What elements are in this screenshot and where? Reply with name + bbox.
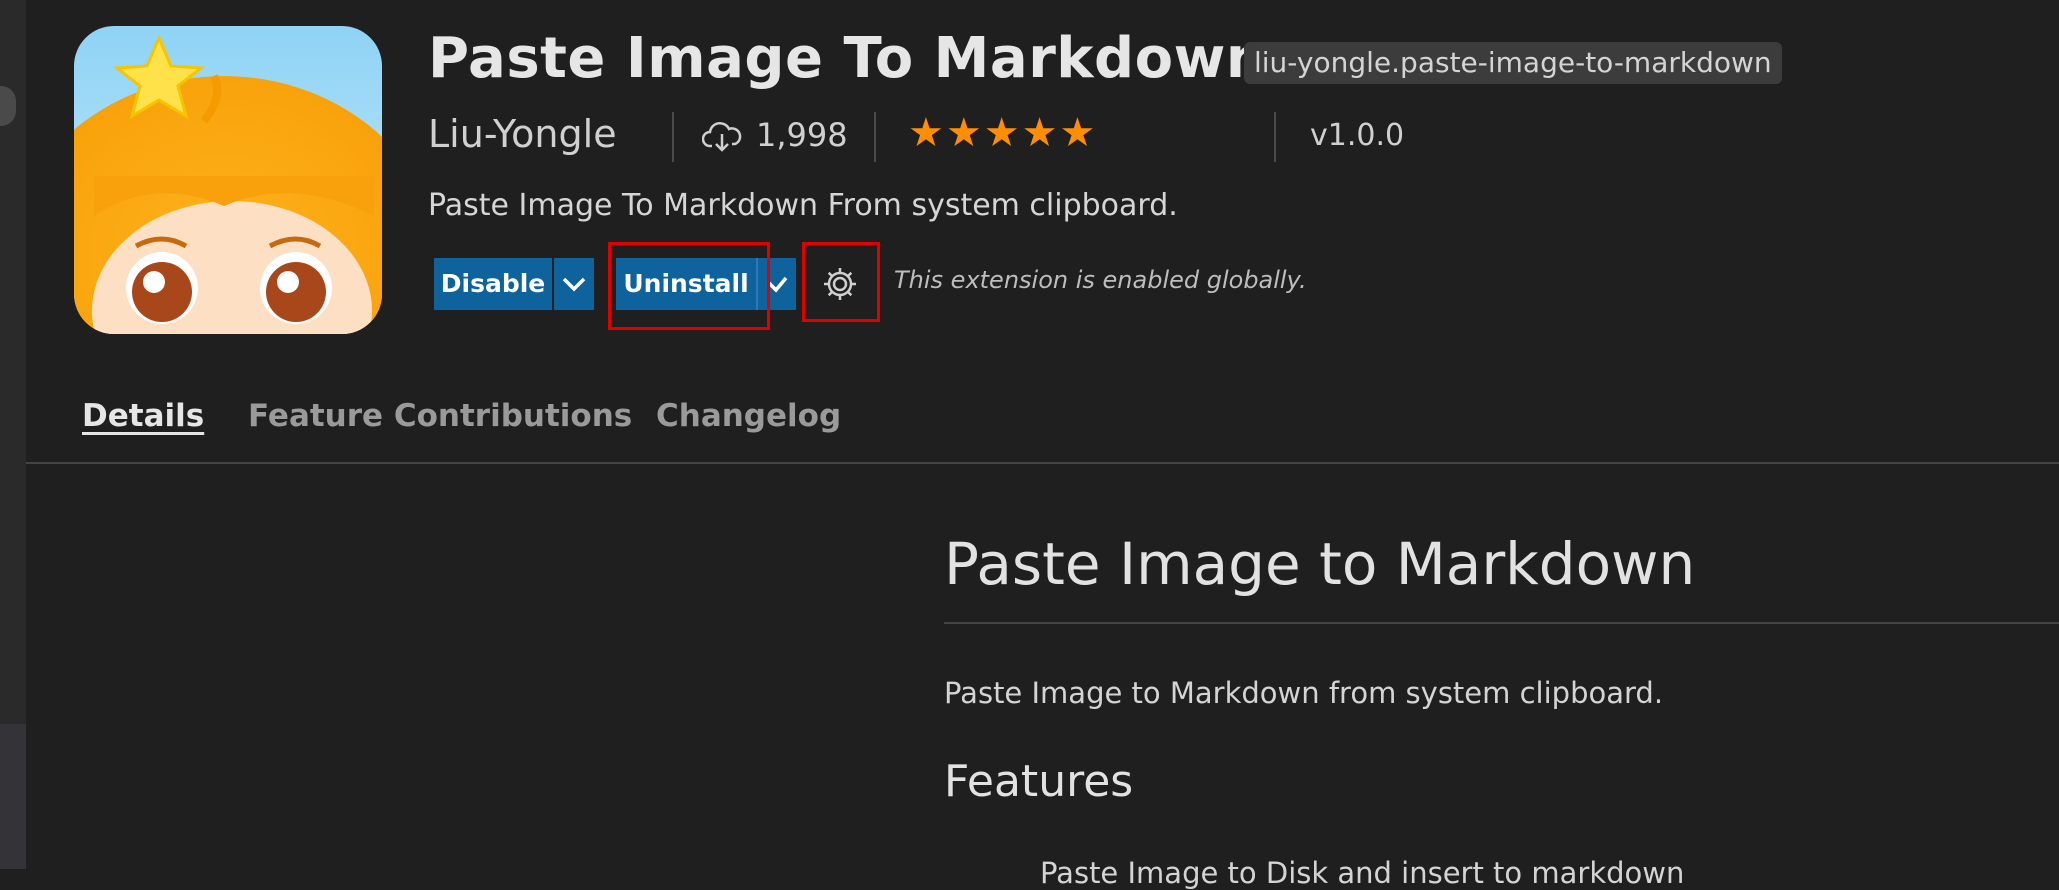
extension-title: Paste Image To Markdown. — [428, 26, 1288, 91]
tab-feature-contributions[interactable]: Feature Contributions — [248, 398, 632, 434]
uninstall-highlight-box — [608, 242, 770, 330]
cloud-download-icon — [702, 122, 742, 152]
gear-highlight-box — [802, 242, 880, 322]
publisher-link[interactable]: Liu-Yongle — [428, 112, 617, 156]
readme-heading: Paste Image to Markdown — [944, 530, 1696, 598]
disable-dropdown-button[interactable] — [554, 258, 594, 310]
activity-bar-lower — [0, 724, 26, 869]
chevron-down-icon — [562, 277, 586, 292]
readme-intro: Paste Image to Markdown from system clip… — [944, 676, 1664, 710]
readme-features-heading: Features — [944, 756, 1134, 807]
extension-logo — [74, 26, 382, 334]
readme-list-item: Paste Image to Disk and insert to markdo… — [1040, 856, 1685, 890]
header-separator — [1274, 112, 1276, 162]
tab-changelog[interactable]: Changelog — [656, 398, 841, 434]
install-count: 1,998 — [756, 116, 848, 154]
enablement-status: This extension is enabled globally. — [894, 266, 1307, 294]
header-separator — [874, 112, 876, 162]
version-label: v1.0.0 — [1310, 118, 1405, 153]
disable-button[interactable]: Disable — [434, 258, 552, 310]
rating-stars[interactable]: ★★★★★ — [908, 110, 1097, 156]
extension-id-badge: liu-yongle.paste-image-to-markdown — [1244, 42, 1782, 84]
tab-divider — [26, 462, 2059, 464]
readme-heading-rule — [944, 622, 2059, 624]
header-separator — [672, 112, 674, 162]
extension-description: Paste Image To Markdown From system clip… — [428, 188, 1178, 223]
tab-details[interactable]: Details — [82, 398, 204, 434]
